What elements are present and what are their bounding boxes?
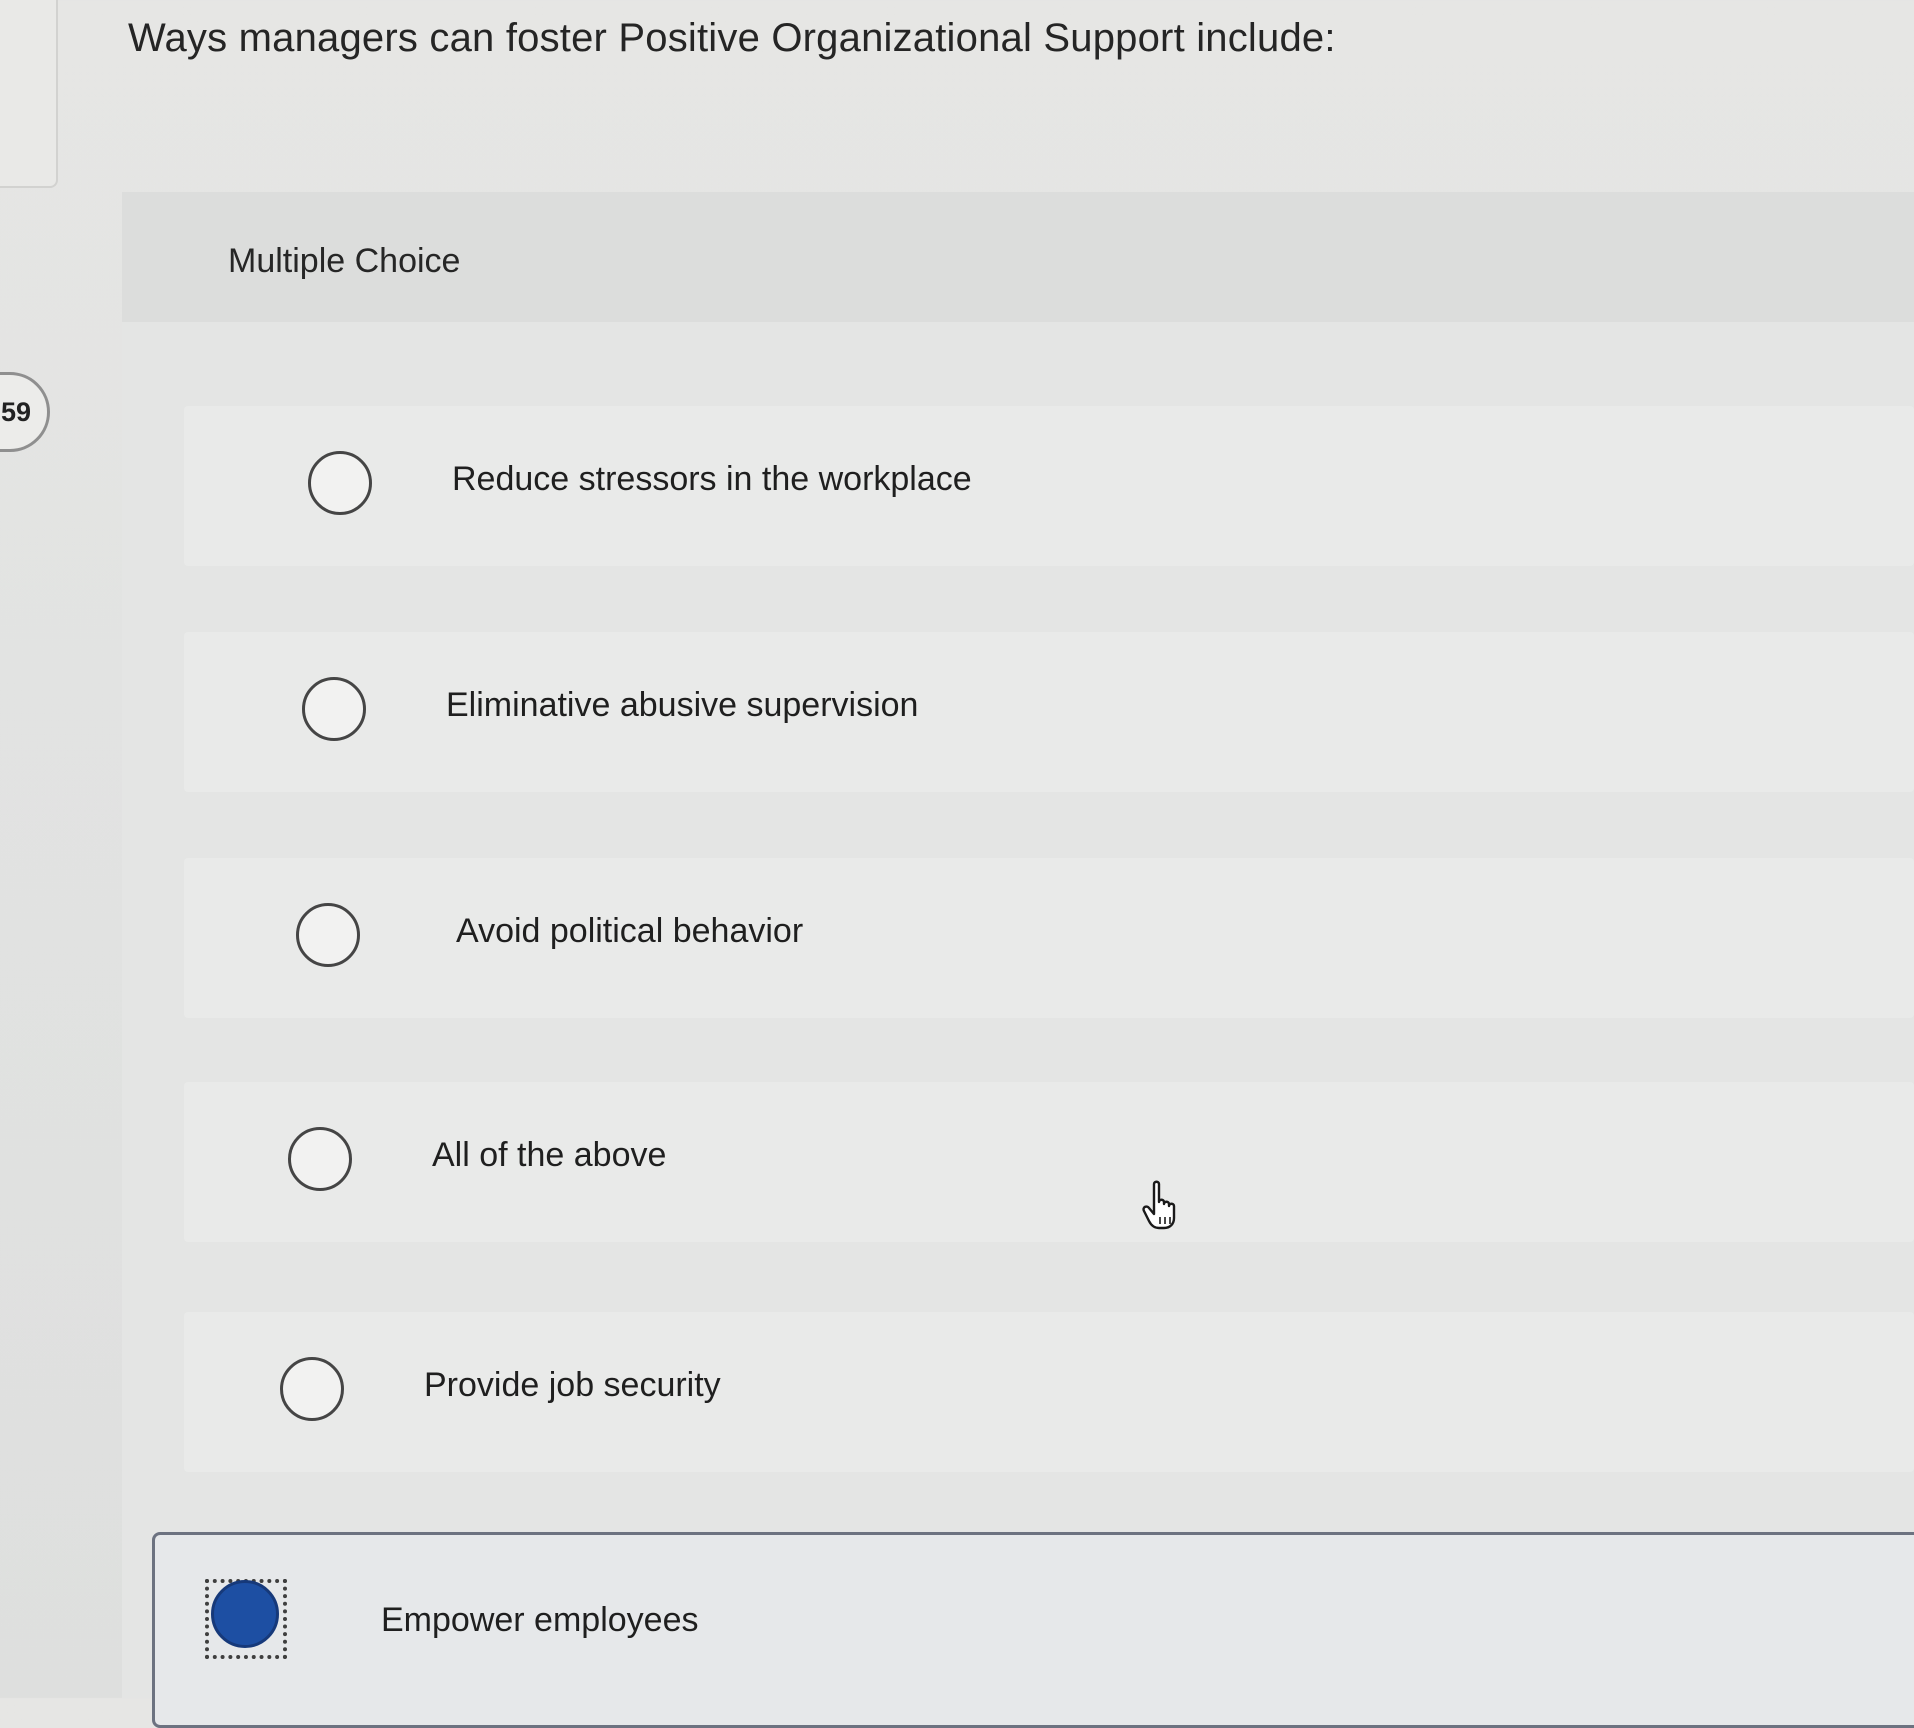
- option-empower-employees[interactable]: Empower employees: [152, 1532, 1914, 1728]
- option-label: Empower employees: [381, 1601, 699, 1639]
- left-tab: [0, 0, 58, 188]
- radio-button[interactable]: [288, 1127, 352, 1191]
- radio-button[interactable]: [296, 903, 360, 967]
- hand-pointer-icon: [1142, 1180, 1176, 1230]
- option-label: All of the above: [432, 1136, 667, 1174]
- timer-text: :59: [0, 396, 31, 427]
- radio-button[interactable]: [302, 677, 366, 741]
- option-avoid-political-behavior[interactable]: Avoid political behavior: [184, 858, 1914, 1018]
- option-label: Eliminative abusive supervision: [446, 686, 919, 724]
- panel-header: Multiple Choice: [122, 192, 1914, 322]
- option-all-of-the-above[interactable]: All of the above: [184, 1082, 1914, 1242]
- option-reduce-stressors[interactable]: Reduce stressors in the workplace: [184, 406, 1914, 566]
- option-label: Avoid political behavior: [456, 912, 804, 950]
- timer-badge: :59: [0, 372, 50, 452]
- radio-button-selected[interactable]: [211, 1580, 279, 1648]
- option-provide-job-security[interactable]: Provide job security: [184, 1312, 1914, 1472]
- option-label: Provide job security: [424, 1366, 721, 1404]
- option-eliminative-abusive-supervision[interactable]: Eliminative abusive supervision: [184, 632, 1914, 792]
- question-type-label: Multiple Choice: [228, 242, 461, 280]
- question-title: Ways managers can foster Positive Organi…: [128, 16, 1336, 60]
- option-label: Reduce stressors in the workplace: [452, 460, 972, 498]
- question-panel: Multiple Choice Reduce stressors in the …: [122, 192, 1914, 1728]
- radio-button[interactable]: [280, 1357, 344, 1421]
- radio-button[interactable]: [308, 451, 372, 515]
